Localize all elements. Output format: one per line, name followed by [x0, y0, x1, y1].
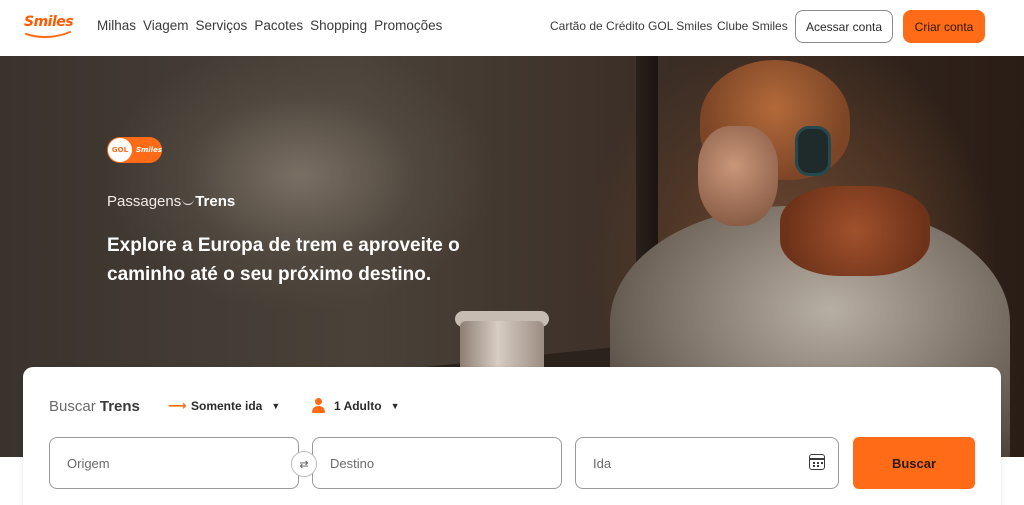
- nav-item-shopping[interactable]: Shopping: [310, 18, 367, 33]
- search-title-strong: Trens: [99, 398, 140, 415]
- search-title-prefix: Buscar: [49, 398, 96, 415]
- nav-item-promocoes[interactable]: Promoções: [374, 18, 442, 33]
- date-placeholder: Ida: [593, 455, 612, 471]
- departure-date-input[interactable]: Ida: [575, 437, 839, 489]
- club-link[interactable]: Clube Smiles: [717, 19, 788, 33]
- nav-item-servicos[interactable]: Serviços: [196, 18, 248, 33]
- chevron-down-icon: ▼: [390, 400, 400, 411]
- origin-input[interactable]: Origem: [49, 437, 299, 489]
- trip-type-value: Somente ida: [191, 399, 263, 413]
- chevron-down-icon: ▼: [271, 401, 281, 411]
- hero-photo-headphone: [795, 126, 831, 176]
- gol-smiles-badge: GOL Smiles: [107, 137, 162, 163]
- calendar-icon[interactable]: [809, 454, 825, 470]
- swap-icon[interactable]: ⇄: [291, 451, 317, 477]
- destination-placeholder: Destino: [330, 455, 375, 471]
- smiles-badge-text: Smiles: [135, 146, 162, 154]
- origin-placeholder: Origem: [67, 455, 110, 471]
- search-title: Buscar Trens: [49, 398, 140, 415]
- arrow-right-icon: ⟶: [168, 398, 187, 413]
- trip-type-select[interactable]: ⟶ Somente ida ▼: [168, 398, 280, 414]
- logo-text: Smiles: [24, 14, 74, 30]
- kicker-prefix: Passagens: [107, 193, 182, 210]
- main-nav: Milhas Viagem Serviços Pacotes Shopping …: [97, 18, 449, 33]
- search-card: Buscar Trens ⟶ Somente ida ▼ 1 Adulto ▼ …: [23, 367, 1001, 505]
- passengers-select[interactable]: 1 Adulto ▼: [311, 398, 399, 413]
- signup-button[interactable]: Criar conta: [903, 10, 985, 43]
- smiles-logo[interactable]: Smiles: [22, 13, 74, 39]
- hero-photo-face: [698, 126, 778, 226]
- credit-card-link[interactable]: Cartão de Crédito GOL Smiles: [550, 19, 712, 33]
- hero-kicker: Passagens Trens: [107, 193, 235, 210]
- nav-item-viagem[interactable]: Viagem: [143, 18, 189, 33]
- smile-separator-icon: [182, 198, 195, 205]
- login-button[interactable]: Acessar conta: [795, 10, 893, 43]
- hero-photo-scarf: [780, 186, 930, 276]
- nav-item-pacotes[interactable]: Pacotes: [254, 18, 303, 33]
- passengers-value: 1 Adulto: [334, 398, 382, 413]
- kicker-strong: Trens: [195, 193, 236, 210]
- destination-input[interactable]: Destino: [312, 437, 562, 489]
- gol-logo: GOL: [108, 138, 132, 162]
- person-icon: [311, 398, 325, 413]
- nav-item-milhas[interactable]: Milhas: [97, 18, 136, 33]
- top-header: Smiles Milhas Viagem Serviços Pacotes Sh…: [0, 0, 1024, 56]
- hero-headline: Explore a Europa de trem e aproveite o c…: [107, 235, 460, 285]
- search-button[interactable]: Buscar: [853, 437, 975, 489]
